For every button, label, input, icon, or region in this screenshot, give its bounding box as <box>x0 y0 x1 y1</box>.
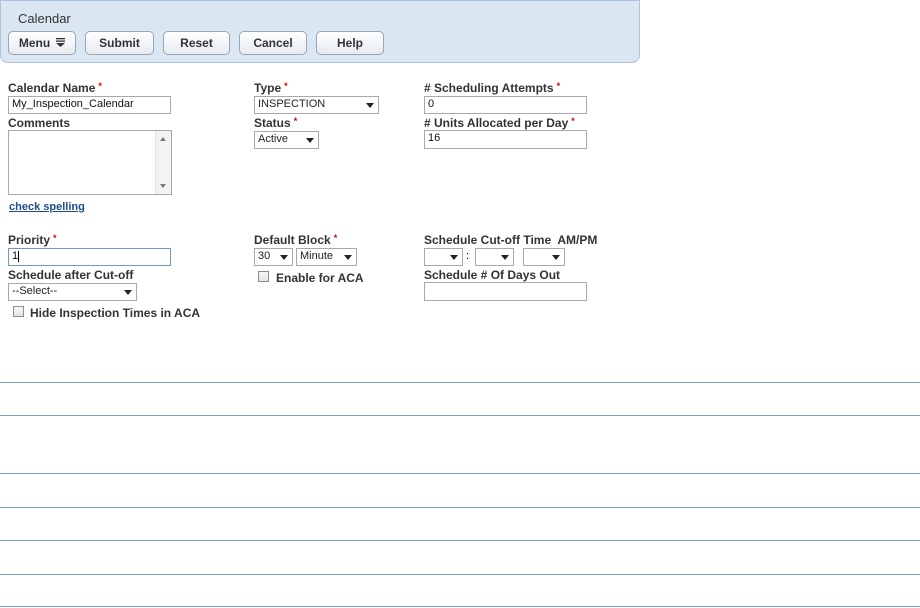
default-block-amount-value: 30 <box>258 250 271 262</box>
schedule-after-cutoff-select[interactable]: --Select-- <box>8 283 137 301</box>
chevron-down-icon <box>280 255 288 260</box>
menu-button-label: Menu <box>18 36 51 50</box>
status-label: Status * <box>254 116 298 130</box>
divider <box>0 507 920 508</box>
default-block-unit-value: Minute <box>300 250 334 262</box>
scroll-down-icon[interactable] <box>160 184 166 188</box>
status-value: Active <box>258 133 288 145</box>
hide-inspection-times-checkbox[interactable] <box>13 306 24 317</box>
scheduling-attempts-label: # Scheduling Attempts * <box>424 81 561 95</box>
divider <box>0 473 920 474</box>
enable-for-aca-label: Enable for ACA <box>276 271 364 285</box>
chevron-down-icon <box>501 255 509 260</box>
hide-inspection-times-label: Hide Inspection Times in ACA <box>30 306 201 320</box>
page-title: Calendar <box>18 11 71 26</box>
cutoff-time-label: Schedule Cut-off Time AM/PM <box>424 233 598 247</box>
reset-button[interactable]: Reset <box>163 31 230 55</box>
enable-for-aca-checkbox[interactable] <box>258 271 269 282</box>
submit-button[interactable]: Submit <box>85 31 154 55</box>
cutoff-ampm-select[interactable] <box>523 248 565 266</box>
calendar-name-label: Calendar Name * <box>8 81 102 95</box>
scroll-up-icon[interactable] <box>160 137 166 141</box>
cancel-button[interactable]: Cancel <box>239 31 307 55</box>
priority-input[interactable]: 1 <box>8 248 171 266</box>
schedule-after-cutoff-label: Schedule after Cut-off <box>8 268 134 282</box>
text-cursor <box>18 250 20 262</box>
days-out-input[interactable] <box>424 282 587 301</box>
cutoff-minute-select[interactable] <box>475 248 514 266</box>
check-spelling-link[interactable]: check spelling <box>9 201 85 213</box>
chevron-down-icon <box>366 103 374 108</box>
type-label: Type * <box>254 81 288 95</box>
type-value: INSPECTION <box>258 98 326 110</box>
calendar-name-input[interactable]: My_Inspection_Calendar <box>8 96 171 114</box>
priority-label: Priority * <box>8 233 57 247</box>
comments-textarea[interactable] <box>8 130 172 195</box>
status-select[interactable]: Active <box>254 131 319 149</box>
divider <box>0 606 920 607</box>
default-block-label: Default Block * <box>254 233 338 247</box>
type-select[interactable]: INSPECTION <box>254 96 379 114</box>
units-allocated-input[interactable]: 16 <box>424 130 587 149</box>
cutoff-time-separator: : <box>466 250 470 262</box>
chevron-down-icon <box>124 290 132 295</box>
comments-label: Comments <box>8 116 71 130</box>
menu-button[interactable]: Menu <box>8 31 76 55</box>
divider <box>0 574 920 575</box>
divider <box>0 382 920 383</box>
schedule-after-cutoff-value: --Select-- <box>12 285 58 297</box>
comments-scrollbar[interactable] <box>155 131 171 194</box>
default-block-unit-select[interactable]: Minute <box>296 248 357 266</box>
help-button[interactable]: Help <box>316 31 384 55</box>
default-block-amount-select[interactable]: 30 <box>254 248 293 266</box>
menu-lines-icon <box>56 36 66 50</box>
units-allocated-label: # Units Allocated per Day * <box>424 116 575 130</box>
chevron-down-icon <box>450 255 458 260</box>
divider <box>0 415 920 416</box>
divider <box>0 540 920 541</box>
chevron-down-icon <box>552 255 560 260</box>
chevron-down-icon <box>344 255 352 260</box>
scheduling-attempts-input[interactable]: 0 <box>424 96 587 114</box>
cutoff-hour-select[interactable] <box>424 248 463 266</box>
days-out-label: Schedule # Of Days Out <box>424 268 561 282</box>
chevron-down-icon <box>306 138 314 143</box>
